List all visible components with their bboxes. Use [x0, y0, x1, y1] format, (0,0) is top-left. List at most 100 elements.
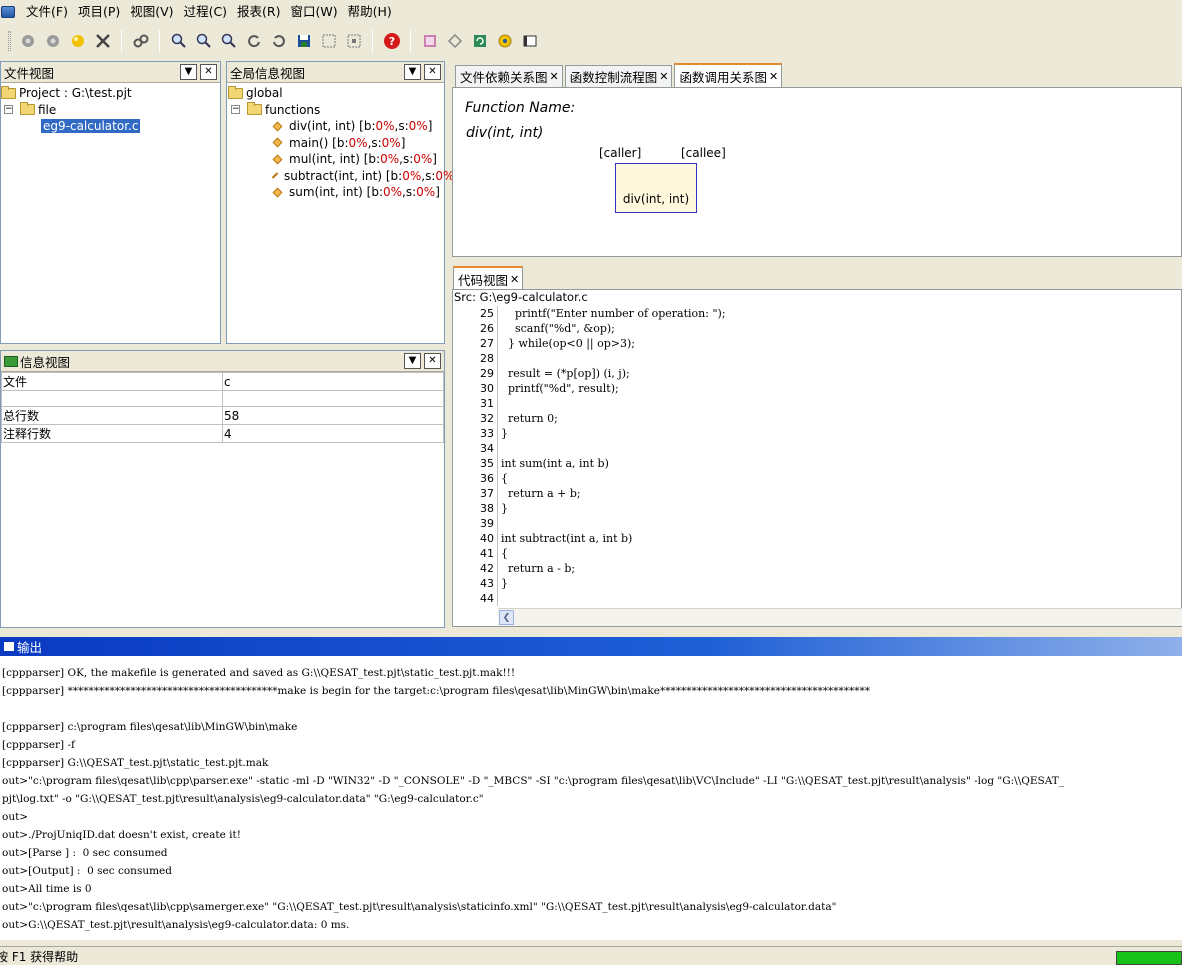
function-node[interactable]: div(int, int) [615, 163, 697, 213]
line-number: 37 [453, 486, 498, 501]
horizontal-scrollbar[interactable]: ❮ [498, 608, 1182, 626]
code-line: 30 printf("%d", result); [453, 381, 1181, 396]
diamond-icon[interactable] [444, 30, 466, 52]
code-editor[interactable]: 25 printf("Enter number of operation: ")… [453, 306, 1181, 608]
output-line: out>"c:\program files\qesat\lib\cpp\same… [2, 901, 837, 913]
tree-item-folder[interactable]: − file [1, 102, 220, 119]
code-line: 41{ [453, 546, 1181, 561]
report-icon[interactable] [419, 30, 441, 52]
output-line: out>[Parse ] : 0 sec consumed [2, 847, 168, 859]
code-line: 32 return 0; [453, 411, 1181, 426]
collapse-icon[interactable]: − [231, 105, 240, 115]
code-line: 38} [453, 501, 1181, 516]
rotate-icon[interactable] [268, 30, 290, 52]
code-line: 43} [453, 576, 1181, 591]
settings-icon[interactable] [494, 30, 516, 52]
callee-label: [callee] [681, 146, 726, 160]
toolbar-separator [410, 30, 411, 52]
function-item[interactable]: mul(int, int) [b: 0% ,s: 0%] [227, 151, 444, 168]
function-item[interactable]: div(int, int) [b: 0% ,s: 0%] [227, 118, 444, 135]
output-line: out>"c:\program files\qesat\lib\cpp\pars… [2, 775, 1064, 787]
output-console[interactable]: [cppparser] OK, the makefile is generate… [0, 656, 1182, 940]
window-icon[interactable] [519, 30, 541, 52]
zoom-in-icon[interactable] [168, 30, 190, 52]
menu-process[interactable]: 过程(C) [179, 1, 232, 23]
close-button[interactable]: ✕ [200, 64, 217, 80]
folder-icon [1, 85, 16, 99]
close-icon[interactable]: ✕ [550, 70, 559, 83]
close-icon[interactable]: ✕ [510, 273, 519, 286]
output-line: [cppparser] OK, the makefile is generate… [2, 667, 516, 679]
refresh-icon[interactable] [469, 30, 491, 52]
code-line: 42 return a - b; [453, 561, 1181, 576]
layout-icon[interactable] [318, 30, 340, 52]
dropdown-button[interactable]: ▼ [404, 353, 421, 369]
close-button[interactable]: ✕ [424, 64, 441, 80]
line-text: } while(op<0 || op>3); [501, 337, 635, 350]
window-icon [4, 642, 14, 651]
progress-bar [1116, 951, 1182, 965]
tab-file-dependency[interactable]: 文件依赖关系图 ✕ [455, 65, 563, 87]
layout-icon[interactable] [343, 30, 365, 52]
tree-item-file[interactable]: eg9-calculator.c [1, 118, 220, 135]
tree-item-functions[interactable]: − functions [227, 102, 444, 119]
line-number: 43 [453, 576, 498, 591]
dropdown-button[interactable]: ▼ [180, 64, 197, 80]
menu-view[interactable]: 视图(V) [125, 1, 178, 23]
tree-item-global[interactable]: global [227, 85, 444, 102]
code-line: 40 int subtract(int a, int b) [453, 531, 1181, 546]
tab-call-graph[interactable]: 函数调用关系图 ✕ [674, 63, 783, 87]
collapse-icon[interactable]: − [4, 105, 13, 115]
file-label[interactable]: eg9-calculator.c [41, 119, 141, 134]
line-number: 30 [453, 381, 498, 396]
line-text: printf("Enter number of operation: "); [501, 307, 726, 320]
line-text: printf("%d", result); [501, 382, 619, 395]
gear-icon[interactable] [17, 30, 39, 52]
call-graph-view: Function Name: div(int, int) [caller] [c… [452, 87, 1182, 257]
help-icon[interactable]: ? [381, 30, 403, 52]
line-text: { [501, 547, 508, 560]
function-item[interactable]: sum(int, int) [b: 0% ,s: 0%] [227, 184, 444, 201]
line-number: 29 [453, 366, 498, 381]
zoom-icon[interactable] [218, 30, 240, 52]
menu-project[interactable]: 项目(P) [73, 1, 125, 23]
global-label: global [246, 86, 283, 101]
line-number: 42 [453, 561, 498, 576]
file-tree: Project : G:\test.pjt − file eg9-calcula… [1, 83, 220, 137]
close-icon[interactable]: ✕ [769, 70, 778, 83]
tab-code-view[interactable]: 代码视图 ✕ [453, 266, 524, 290]
menu-window[interactable]: 窗口(W) [286, 1, 343, 23]
code-line: 36{ [453, 471, 1181, 486]
scroll-left-icon[interactable]: ❮ [499, 610, 514, 625]
info-view-title: 信息视图 [20, 354, 71, 370]
dropdown-button[interactable]: ▼ [404, 64, 421, 80]
project-label: Project : G:\test.pjt [19, 86, 132, 101]
tree-item-project[interactable]: Project : G:\test.pjt [1, 85, 220, 102]
close-button[interactable]: ✕ [424, 353, 441, 369]
code-line: 39 [453, 516, 1181, 531]
toolbar-grip[interactable] [8, 31, 11, 51]
function-item[interactable]: main() [b: 0% ,s: 0%] [227, 135, 444, 152]
menu-bar: 文件(F) 项目(P) 视图(V) 过程(C) 报表(R) 窗口(W) 帮助(H… [0, 0, 1182, 24]
function-item[interactable]: subtract(int, int) [b:0%,s:0%] [227, 168, 459, 185]
tools-icon[interactable] [92, 30, 114, 52]
code-line: 34 [453, 441, 1181, 456]
function-icon [272, 121, 283, 132]
line-number: 28 [453, 351, 498, 366]
menu-file[interactable]: 文件(F) [21, 1, 73, 23]
function-icon [272, 154, 283, 165]
line-number: 38 [453, 501, 498, 516]
database-icon[interactable] [67, 30, 89, 52]
output-line: out>[Output] : 0 sec consumed [2, 865, 172, 877]
close-icon[interactable]: ✕ [659, 70, 668, 83]
menu-help[interactable]: 帮助(H) [343, 1, 397, 23]
link-icon[interactable] [130, 30, 152, 52]
tab-control-flow[interactable]: 函数控制流程图 ✕ [564, 65, 673, 87]
toolbar: ? [0, 26, 1182, 56]
refresh-icon[interactable] [243, 30, 265, 52]
zoom-out-icon[interactable] [193, 30, 215, 52]
gear-icon[interactable] [42, 30, 64, 52]
save-icon[interactable] [293, 30, 315, 52]
menu-report[interactable]: 报表(R) [232, 1, 285, 23]
file-view-title: 文件视图 [4, 65, 55, 81]
